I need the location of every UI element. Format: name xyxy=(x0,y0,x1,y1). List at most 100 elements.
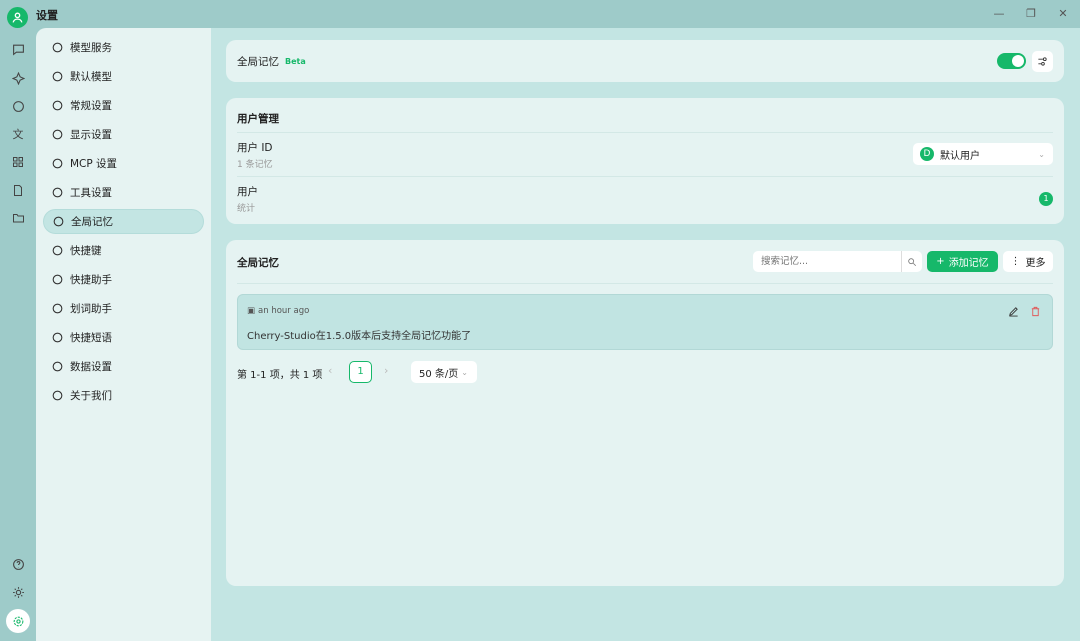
zap-icon xyxy=(52,332,63,343)
sidebar-item-label: 工具设置 xyxy=(70,187,112,199)
sidebar-item-label: 快捷助手 xyxy=(70,274,112,286)
settings-sidebar: 模型服务默认模型常规设置显示设置 MCP 设置 工具设置全局记忆快捷键快捷助手划词助… xyxy=(36,28,211,641)
user-avatar[interactable] xyxy=(7,7,28,28)
more-vertical-icon: ⋮ xyxy=(1010,256,1021,267)
memory-settings-button[interactable] xyxy=(1032,51,1053,72)
sidebar-item-4[interactable]: MCP 设置 xyxy=(43,151,204,176)
user-count-badge: 1 xyxy=(1039,192,1053,206)
divider xyxy=(237,283,1053,284)
sparkle-icon[interactable] xyxy=(9,69,27,87)
divider xyxy=(237,176,1053,177)
user-sub: 统计 xyxy=(237,204,256,214)
sidebar-item-label: 数据设置 xyxy=(70,361,112,373)
sidebar-item-1[interactable]: 默认模型 xyxy=(43,64,204,89)
sidebar-item-3[interactable]: 显示设置 xyxy=(43,122,204,147)
user-label: 用户 xyxy=(237,186,258,198)
command-icon xyxy=(52,245,63,256)
page-1-button[interactable]: 1 xyxy=(349,361,372,383)
sidebar-item-label: 快捷键 xyxy=(70,245,102,257)
add-memory-button[interactable]: + 添加记忆 xyxy=(927,251,998,272)
rocket-icon xyxy=(52,274,63,285)
memory-item[interactable]: ▣ an hour ago Cherry-Studio在1.5.0版本后支持全局记… xyxy=(237,294,1053,350)
apps-icon[interactable] xyxy=(9,153,27,171)
help-icon[interactable] xyxy=(9,555,27,573)
sidebar-item-label: 常规设置 xyxy=(70,100,112,112)
calendar-icon: ▣ xyxy=(247,306,256,316)
minimize-button[interactable]: — xyxy=(992,7,1006,21)
memory-time-text: an hour ago xyxy=(258,306,310,316)
sidebar-item-10[interactable]: 快捷短语 xyxy=(43,325,204,350)
plus-icon: + xyxy=(936,256,945,267)
prev-page-button[interactable]: ‹ xyxy=(328,364,332,377)
title-bar: 设置 — ❐ ✕ xyxy=(0,0,1080,28)
main-content: 全局记忆 Beta 用户管理 用户 ID 1 条记忆 D 默认用户 ⌄ 用户 统… xyxy=(211,28,1080,641)
sidebar-item-2[interactable]: 常规设置 xyxy=(43,93,204,118)
sidebar-item-9[interactable]: 划词助手 xyxy=(43,296,204,321)
memory-search-input[interactable] xyxy=(753,251,901,272)
user-management-card: 用户管理 用户 ID 1 条记忆 D 默认用户 ⌄ 用户 统计 1 xyxy=(226,98,1064,224)
file-icon[interactable] xyxy=(9,181,27,199)
memory-icon xyxy=(53,216,64,227)
cube-icon xyxy=(52,71,63,82)
divider xyxy=(237,132,1053,133)
beta-badge: Beta xyxy=(285,57,306,66)
page-size-select[interactable]: 50 条/页 ⌄ xyxy=(411,361,477,383)
info-icon xyxy=(52,390,63,401)
next-page-button[interactable]: › xyxy=(384,364,388,377)
sidebar-item-label: 默认模型 xyxy=(70,71,112,83)
sidebar-item-label: 显示设置 xyxy=(70,129,112,141)
memory-enable-toggle[interactable] xyxy=(997,53,1026,69)
search-icon[interactable] xyxy=(901,251,922,272)
more-label: 更多 xyxy=(1025,258,1046,269)
memories-card: 全局记忆 +添加记忆 ⋮更多 ▣an hour ago Cherry-Studi… xyxy=(226,240,1064,586)
theme-sun-icon[interactable] xyxy=(9,583,27,601)
user-avatar-letter: D xyxy=(920,147,934,161)
memory-search[interactable] xyxy=(753,251,922,272)
text-select-icon xyxy=(52,303,63,314)
restore-button[interactable]: ❐ xyxy=(1024,7,1038,21)
more-button[interactable]: ⋮ 更多 xyxy=(1003,251,1053,272)
delete-icon[interactable] xyxy=(1030,306,1041,317)
memory-toggle-label: 全局记忆 xyxy=(237,56,279,68)
settings-gear-icon[interactable] xyxy=(6,609,30,633)
tools-icon xyxy=(52,187,63,198)
window-title: 设置 xyxy=(36,9,58,22)
sidebar-item-label: 划词助手 xyxy=(70,303,112,315)
add-memory-label: 添加记忆 xyxy=(948,258,989,269)
sidebar-item-0[interactable]: 模型服务 xyxy=(43,35,204,60)
edit-icon[interactable] xyxy=(1008,306,1019,317)
sidebar-item-label: 关于我们 xyxy=(70,390,112,402)
translate-icon[interactable]: 文 xyxy=(9,125,27,143)
sidebar-item-7[interactable]: 快捷键 xyxy=(43,238,204,263)
user-mgmt-title: 用户管理 xyxy=(237,113,279,125)
memory-time: ▣ an hour ago xyxy=(247,306,309,316)
sidebar-item-label: MCP 设置 xyxy=(70,158,118,170)
monitor-icon xyxy=(52,129,63,140)
terminal-icon xyxy=(52,158,63,169)
hard-drive-icon xyxy=(52,361,63,372)
memory-content: Cherry-Studio在1.5.0版本后支持全局记忆功能了 xyxy=(247,331,472,342)
sidebar-item-8[interactable]: 快捷助手 xyxy=(43,267,204,292)
sidebar-item-5[interactable]: 工具设置 xyxy=(43,180,204,205)
chevron-down-icon: ⌄ xyxy=(461,367,468,377)
pagination-summary: 第 1-1 项，共 1 项 xyxy=(237,370,323,381)
folder-icon[interactable] xyxy=(9,209,27,227)
sliders-icon xyxy=(52,100,63,111)
sidebar-item-6[interactable]: 全局记忆 xyxy=(43,209,204,234)
chevron-down-icon: ⌄ xyxy=(1038,149,1045,159)
sidebar-item-11[interactable]: 数据设置 xyxy=(43,354,204,379)
palette-icon[interactable] xyxy=(9,97,27,115)
chat-icon[interactable] xyxy=(9,40,27,58)
sliders-icon xyxy=(1038,57,1047,66)
selected-user: 默认用户 xyxy=(940,150,980,162)
page-size-value: 50 条/页 xyxy=(419,368,459,380)
sidebar-item-label: 全局记忆 xyxy=(71,216,113,228)
cloud-icon xyxy=(52,42,63,53)
sidebar-item-12[interactable]: 关于我们 xyxy=(43,383,204,408)
sidebar-item-label: 快捷短语 xyxy=(70,332,112,344)
close-button[interactable]: ✕ xyxy=(1056,7,1070,21)
app-rail: 文 xyxy=(0,36,36,641)
user-select[interactable]: D 默认用户 ⌄ xyxy=(913,143,1053,165)
memory-toggle-card: 全局记忆 Beta xyxy=(226,40,1064,82)
sidebar-item-label: 模型服务 xyxy=(70,42,112,54)
